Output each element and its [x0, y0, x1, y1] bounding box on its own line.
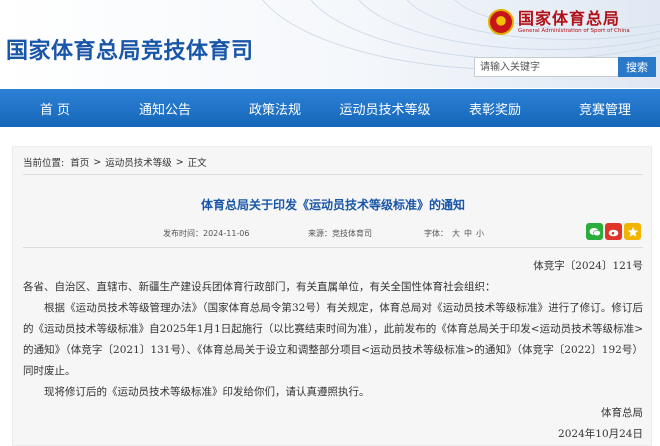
- site-title[interactable]: 国家体育总局竞技体育司: [6, 33, 254, 65]
- breadcrumb: 当前位置: 首页 > 运动员技术等级 > 正文: [23, 155, 207, 170]
- divider: [23, 174, 643, 175]
- breadcrumb-home[interactable]: 首页: [70, 155, 89, 169]
- breadcrumb-separator: >: [93, 156, 102, 168]
- nav-item-notices[interactable]: 通知公告: [110, 89, 220, 127]
- breadcrumb-current: 正文: [187, 158, 207, 169]
- brand-name-en: General Administration of Sport of China: [518, 27, 630, 34]
- breadcrumb-label: 当前位置:: [23, 158, 65, 169]
- share-buttons: [584, 223, 641, 240]
- article-title: 体育总局关于印发《运动员技术等级标准》的通知: [200, 198, 465, 212]
- publish-time: 发布时间：2024-11-06: [163, 229, 250, 238]
- brand-name-cn: 国家体育总局: [518, 8, 621, 28]
- search-button[interactable]: 搜索: [618, 57, 656, 77]
- breadcrumb-athlete-levels[interactable]: 运动员技术等级: [105, 155, 172, 169]
- main-nav: 首 页 通知公告 政策法规 运动员技术等级 表彰奖励 竞赛管理: [0, 89, 660, 127]
- font-size-label: 字体：: [424, 229, 448, 238]
- nav-item-competition[interactable]: 竞赛管理: [550, 89, 660, 127]
- body-paragraph: 现将修订后的《运动员技术等级标准》印发给你们，请认真遵照执行。: [44, 386, 370, 398]
- signature: 体育总局: [601, 407, 643, 419]
- nav-item-home[interactable]: 首 页: [0, 89, 110, 127]
- body-paragraph: 根据《运动员技术等级管理办法》（国家体育总局令第32号）有关规定，体育总局对《运…: [23, 302, 643, 377]
- font-size-small[interactable]: 小: [476, 229, 484, 238]
- font-size-control: 字体： 大中小: [424, 228, 484, 239]
- nav-item-athlete-levels[interactable]: 运动员技术等级: [330, 89, 440, 127]
- search-input[interactable]: [474, 57, 618, 77]
- issue-date: 2024年10月24日: [558, 428, 643, 440]
- document-number: 体竞字〔2024〕121号: [533, 260, 643, 272]
- divider: [23, 247, 643, 248]
- nav-item-policies[interactable]: 政策法规: [220, 89, 330, 127]
- article-panel: 当前位置: 首页 > 运动员技术等级 > 正文 体育总局关于印发《运动员技术等级…: [12, 146, 652, 446]
- site-header: 国家体育总局竞技体育司 国家体育总局 General Administratio…: [0, 0, 660, 88]
- nav-item-awards[interactable]: 表彰奖励: [440, 89, 550, 127]
- wechat-icon[interactable]: [586, 223, 603, 240]
- article-source: 来源：竞技体育司: [308, 229, 372, 238]
- font-size-large[interactable]: 大: [452, 229, 460, 238]
- salutation: 各省、自治区、直辖市、新疆生产建设兵团体育行政部门，有关直属单位，有关全国性体育…: [23, 281, 496, 293]
- weibo-icon[interactable]: [605, 223, 622, 240]
- national-emblem-icon: [488, 9, 514, 35]
- qzone-icon[interactable]: [624, 223, 641, 240]
- brand-logo[interactable]: 国家体育总局 General Administration of Sport o…: [488, 9, 630, 35]
- breadcrumb-separator: >: [175, 156, 184, 168]
- search-box: 搜索: [474, 57, 656, 77]
- font-size-medium[interactable]: 中: [464, 229, 472, 238]
